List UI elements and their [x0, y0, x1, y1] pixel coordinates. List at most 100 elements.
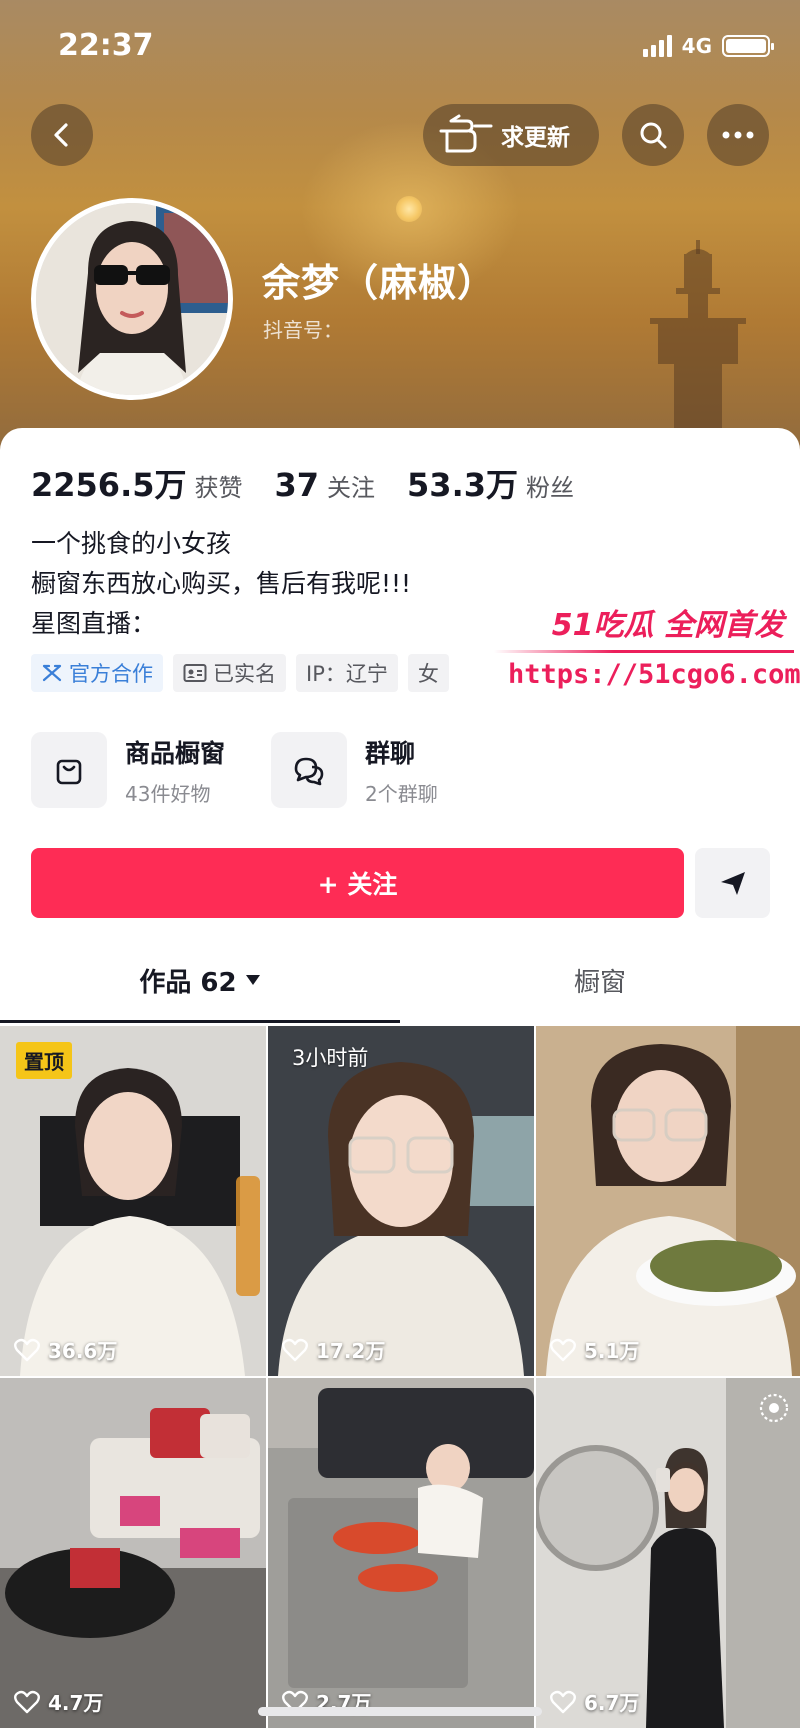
request-update-button[interactable]: 求更新: [423, 104, 599, 166]
caret-down-icon: [245, 975, 260, 985]
video-likes: 17.2万: [282, 1335, 385, 1364]
official-cooperation-label: 官方合作: [69, 662, 153, 686]
video-thumbnail[interactable]: 4.7万: [0, 1378, 266, 1728]
chat-bubbles-icon: [271, 732, 348, 808]
watermark-url: https://51cgo6.com: [508, 659, 800, 690]
network-type: 4G: [681, 34, 712, 58]
bio-line: 星图直播：: [31, 609, 157, 638]
video-thumbnail[interactable]: 3小时前 17.2万: [268, 1026, 534, 1376]
video-likes: 6.7万: [550, 1687, 639, 1716]
gender-tag: 女: [407, 654, 449, 692]
video-likes-count: 17.2万: [316, 1339, 386, 1363]
video-cover: [536, 1378, 800, 1728]
bio-line: 橱窗东西放心购买，售后有我呢!!!: [31, 569, 412, 598]
watermark-line: [494, 650, 794, 653]
ip-location-tag: IP：辽宁: [296, 654, 398, 692]
profile-page: 22:37 4G 求更新 余梦（麻椒） 抖音号： 2256.5万 获赞 37 关…: [0, 0, 800, 1731]
video-grid: 置顶 36.6万 3小时前 17.2万 5.1万 4.7万 2.7万 6.7万: [0, 1026, 800, 1728]
nickname: 余梦（麻椒）: [262, 261, 497, 305]
heart-icon: [14, 1690, 40, 1713]
heart-icon: [282, 1338, 308, 1361]
id-card-icon: [183, 664, 207, 682]
douyin-id[interactable]: 抖音号：: [263, 314, 343, 343]
profile-entries: 商品橱窗 43件好物 群聊 2个群聊: [31, 732, 438, 808]
avatar[interactable]: [31, 198, 233, 400]
followers-label[interactable]: 粉丝: [526, 468, 574, 503]
request-update-label: 求更新: [501, 125, 570, 151]
pointing-hand-icon: [439, 114, 493, 153]
search-icon: [640, 122, 667, 149]
profile-tabs: 作品 62 橱窗: [0, 938, 800, 1023]
battery-icon: [722, 35, 774, 57]
verified-tag[interactable]: 已实名: [173, 654, 286, 692]
official-cooperation-tag[interactable]: 官方合作: [31, 654, 163, 692]
signal-icon: [642, 35, 672, 57]
heart-icon: [550, 1690, 576, 1713]
live-ring-icon: [758, 1392, 790, 1428]
status-indicators: 4G: [642, 34, 774, 58]
video-thumbnail[interactable]: 2.7万: [268, 1378, 534, 1728]
group-chat-title: 群聊: [365, 738, 416, 768]
tab-shop-window[interactable]: 橱窗: [400, 938, 800, 1022]
video-cover: [268, 1378, 534, 1728]
home-indicator[interactable]: [258, 1707, 542, 1716]
verified-label: 已实名: [213, 662, 276, 686]
tab-shop-window-label: 橱窗: [573, 967, 626, 998]
status-time: 22:37: [58, 28, 154, 63]
official-icon: [42, 664, 62, 682]
more-dots-icon: [722, 131, 754, 139]
profile-stats: 2256.5万 获赞 37 关注 53.3万 粉丝: [31, 460, 606, 506]
video-likes-count: 5.1万: [584, 1339, 640, 1363]
bio: 一个挑食的小女孩 橱窗东西放心购买，售后有我呢!!! 星图直播：: [31, 524, 411, 644]
follow-button-label: + 关注: [317, 870, 398, 899]
following-label[interactable]: 关注: [327, 468, 375, 503]
video-likes: 5.1万: [550, 1335, 639, 1364]
search-button[interactable]: [622, 104, 684, 166]
more-button[interactable]: [707, 104, 769, 166]
group-chat-entry[interactable]: 群聊 2个群聊: [271, 732, 438, 808]
following-count[interactable]: 37: [275, 466, 320, 504]
heart-icon: [14, 1338, 40, 1361]
send-icon: [720, 872, 745, 895]
ip-location-label: IP：辽宁: [306, 662, 388, 686]
video-thumbnail[interactable]: 6.7万: [536, 1378, 800, 1728]
share-button[interactable]: [695, 848, 770, 918]
tab-works-label: 作品 62: [139, 967, 237, 998]
video-likes: 36.6万: [14, 1335, 117, 1364]
watermark: 51吃瓜 全网首发 https://51cgo6.com: [494, 600, 800, 690]
avatar-photo: [36, 203, 228, 395]
video-cover: [268, 1026, 534, 1376]
video-cover: [536, 1026, 800, 1376]
lighthouse-silhouette: [650, 240, 746, 430]
shopping-bag-icon: [31, 732, 107, 808]
video-thumbnail[interactable]: 5.1万: [536, 1026, 800, 1376]
gender-label: 女: [417, 662, 439, 686]
group-chat-count: 2个群聊: [365, 781, 438, 806]
video-likes: 4.7万: [14, 1687, 103, 1716]
video-likes-count: 36.6万: [48, 1339, 118, 1363]
video-time: 3小时前: [292, 1046, 369, 1070]
back-button[interactable]: [31, 104, 93, 166]
shop-window-entry[interactable]: 商品橱窗 43件好物: [31, 732, 225, 808]
likes-label: 获赞: [194, 474, 243, 502]
watermark-brand: 51吃瓜 全网首发: [551, 608, 784, 643]
tab-active-indicator: [0, 1020, 400, 1023]
pinned-badge: 置顶: [16, 1042, 72, 1079]
profile-tags: 官方合作 已实名 IP：辽宁 女: [31, 654, 449, 692]
status-bar: 22:37 4G: [0, 0, 800, 90]
tab-works[interactable]: 作品 62: [0, 938, 400, 1022]
shop-window-title: 商品橱窗: [125, 738, 226, 768]
follow-button[interactable]: + 关注: [31, 848, 684, 918]
sun: [396, 196, 422, 222]
likes-count: 2256.5万: [31, 466, 187, 504]
video-thumbnail[interactable]: 置顶 36.6万: [0, 1026, 266, 1376]
video-likes-count: 4.7万: [48, 1691, 104, 1715]
profile-info-card: 2256.5万 获赞 37 关注 53.3万 粉丝 一个挑食的小女孩 橱窗东西放…: [0, 428, 800, 1731]
video-likes-count: 6.7万: [584, 1691, 640, 1715]
chevron-left-icon: [54, 123, 68, 147]
video-cover: [0, 1378, 266, 1728]
followers-count[interactable]: 53.3万: [407, 460, 518, 506]
shop-window-count: 43件好物: [125, 781, 211, 806]
heart-icon: [550, 1338, 576, 1361]
bio-line: 一个挑食的小女孩: [31, 529, 232, 558]
